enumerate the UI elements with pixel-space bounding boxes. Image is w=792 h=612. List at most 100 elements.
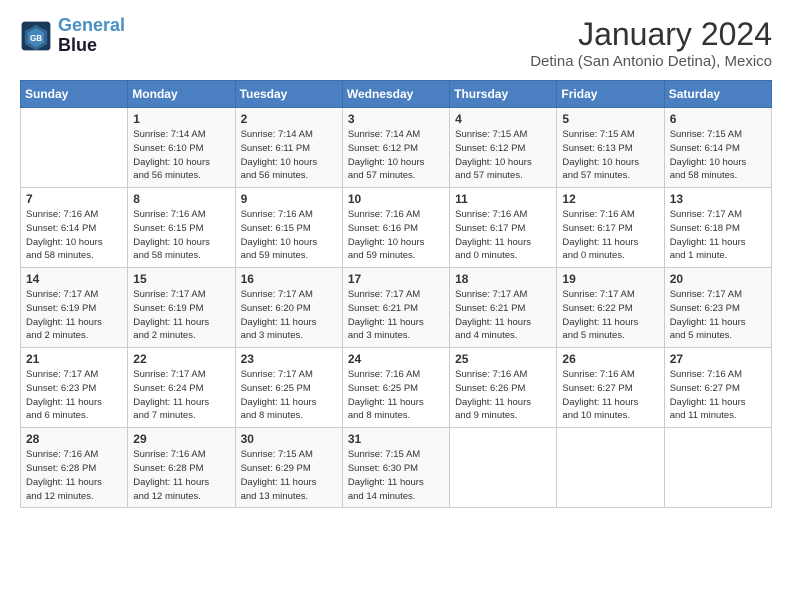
- calendar-cell: 6 Sunrise: 7:15 AM Sunset: 6:14 PM Daylig…: [664, 108, 771, 188]
- calendar-cell: 9 Sunrise: 7:16 AM Sunset: 6:15 PM Daylig…: [235, 188, 342, 268]
- day-info: Sunrise: 7:17 AM Sunset: 6:19 PM Dayligh…: [133, 288, 229, 343]
- day-number: 4: [455, 112, 551, 126]
- calendar-week-1: 1 Sunrise: 7:14 AM Sunset: 6:10 PM Daylig…: [21, 108, 772, 188]
- day-number: 10: [348, 192, 444, 206]
- calendar-cell: 22Sunrise: 7:17 AM Sunset: 6:24 PM Dayli…: [128, 348, 235, 428]
- day-number: 13: [670, 192, 766, 206]
- day-info: Sunrise: 7:16 AM Sunset: 6:17 PM Dayligh…: [562, 208, 658, 263]
- calendar-cell: [557, 428, 664, 508]
- day-info: Sunrise: 7:16 AM Sunset: 6:27 PM Dayligh…: [562, 368, 658, 423]
- day-info: Sunrise: 7:17 AM Sunset: 6:22 PM Dayligh…: [562, 288, 658, 343]
- day-number: 15: [133, 272, 229, 286]
- day-number: 2: [241, 112, 337, 126]
- calendar-cell: 25 Sunrise: 7:16 AM Sunset: 6:26 PM Dayli…: [450, 348, 557, 428]
- day-number: 30: [241, 432, 337, 446]
- calendar-cell: 8Sunrise: 7:16 AM Sunset: 6:15 PM Daylig…: [128, 188, 235, 268]
- calendar-week-3: 14Sunrise: 7:17 AM Sunset: 6:19 PM Dayli…: [21, 268, 772, 348]
- day-number: 29: [133, 432, 229, 446]
- day-info: Sunrise: 7:15 AM Sunset: 6:29 PM Dayligh…: [241, 448, 337, 503]
- day-number: 1: [133, 112, 229, 126]
- day-header-friday: Friday: [557, 81, 664, 108]
- calendar-cell: 13 Sunrise: 7:17 AM Sunset: 6:18 PM Dayli…: [664, 188, 771, 268]
- calendar-cell: 16Sunrise: 7:17 AM Sunset: 6:20 PM Dayli…: [235, 268, 342, 348]
- day-info: Sunrise: 7:17 AM Sunset: 6:21 PM Dayligh…: [348, 288, 444, 343]
- main-title: January 2024: [530, 16, 772, 53]
- day-info: Sunrise: 7:17 AM Sunset: 6:21 PM Dayligh…: [455, 288, 551, 343]
- calendar-cell: 23 Sunrise: 7:17 AM Sunset: 6:25 PM Dayli…: [235, 348, 342, 428]
- day-info: Sunrise: 7:15 AM Sunset: 6:30 PM Dayligh…: [348, 448, 444, 503]
- day-number: 16: [241, 272, 337, 286]
- day-number: 31: [348, 432, 444, 446]
- day-number: 21: [26, 352, 122, 366]
- calendar-cell: 1 Sunrise: 7:14 AM Sunset: 6:10 PM Daylig…: [128, 108, 235, 188]
- calendar-cell: 21Sunrise: 7:17 AM Sunset: 6:23 PM Dayli…: [21, 348, 128, 428]
- calendar-cell: 27Sunrise: 7:16 AM Sunset: 6:27 PM Dayli…: [664, 348, 771, 428]
- day-header-wednesday: Wednesday: [342, 81, 449, 108]
- day-number: 9: [241, 192, 337, 206]
- calendar-header-row: SundayMondayTuesdayWednesdayThursdayFrid…: [21, 81, 772, 108]
- page-header: GB General Blue January 2024 Detina (San…: [20, 16, 772, 70]
- calendar-cell: 12 Sunrise: 7:16 AM Sunset: 6:17 PM Dayli…: [557, 188, 664, 268]
- day-info: Sunrise: 7:14 AM Sunset: 6:10 PM Dayligh…: [133, 128, 229, 183]
- calendar-cell: 5 Sunrise: 7:15 AM Sunset: 6:13 PM Daylig…: [557, 108, 664, 188]
- day-header-saturday: Saturday: [664, 81, 771, 108]
- calendar-cell: 3Sunrise: 7:14 AM Sunset: 6:12 PM Daylig…: [342, 108, 449, 188]
- day-number: 18: [455, 272, 551, 286]
- day-info: Sunrise: 7:17 AM Sunset: 6:25 PM Dayligh…: [241, 368, 337, 423]
- day-header-sunday: Sunday: [21, 81, 128, 108]
- day-info: Sunrise: 7:16 AM Sunset: 6:28 PM Dayligh…: [26, 448, 122, 503]
- calendar-cell: 20Sunrise: 7:17 AM Sunset: 6:23 PM Dayli…: [664, 268, 771, 348]
- day-info: Sunrise: 7:16 AM Sunset: 6:14 PM Dayligh…: [26, 208, 122, 263]
- calendar-cell: 14Sunrise: 7:17 AM Sunset: 6:19 PM Dayli…: [21, 268, 128, 348]
- calendar-body: 1 Sunrise: 7:14 AM Sunset: 6:10 PM Daylig…: [21, 108, 772, 508]
- calendar-cell: 31 Sunrise: 7:15 AM Sunset: 6:30 PM Dayli…: [342, 428, 449, 508]
- day-info: Sunrise: 7:16 AM Sunset: 6:15 PM Dayligh…: [241, 208, 337, 263]
- calendar-cell: 24 Sunrise: 7:16 AM Sunset: 6:25 PM Dayli…: [342, 348, 449, 428]
- day-info: Sunrise: 7:15 AM Sunset: 6:14 PM Dayligh…: [670, 128, 766, 183]
- day-number: 25: [455, 352, 551, 366]
- calendar-cell: 7Sunrise: 7:16 AM Sunset: 6:14 PM Daylig…: [21, 188, 128, 268]
- day-number: 19: [562, 272, 658, 286]
- day-info: Sunrise: 7:16 AM Sunset: 6:28 PM Dayligh…: [133, 448, 229, 503]
- calendar-cell: 18 Sunrise: 7:17 AM Sunset: 6:21 PM Dayli…: [450, 268, 557, 348]
- calendar-cell: 15 Sunrise: 7:17 AM Sunset: 6:19 PM Dayli…: [128, 268, 235, 348]
- logo-text: General Blue: [58, 16, 125, 56]
- day-header-thursday: Thursday: [450, 81, 557, 108]
- calendar-cell: 11Sunrise: 7:16 AM Sunset: 6:17 PM Dayli…: [450, 188, 557, 268]
- day-info: Sunrise: 7:15 AM Sunset: 6:13 PM Dayligh…: [562, 128, 658, 183]
- logo: GB General Blue: [20, 16, 125, 56]
- day-number: 23: [241, 352, 337, 366]
- day-info: Sunrise: 7:16 AM Sunset: 6:15 PM Dayligh…: [133, 208, 229, 263]
- day-number: 12: [562, 192, 658, 206]
- day-number: 11: [455, 192, 551, 206]
- day-number: 20: [670, 272, 766, 286]
- day-info: Sunrise: 7:14 AM Sunset: 6:12 PM Dayligh…: [348, 128, 444, 183]
- day-number: 17: [348, 272, 444, 286]
- calendar-week-4: 21Sunrise: 7:17 AM Sunset: 6:23 PM Dayli…: [21, 348, 772, 428]
- calendar-cell: 2Sunrise: 7:14 AM Sunset: 6:11 PM Daylig…: [235, 108, 342, 188]
- calendar-cell: 10Sunrise: 7:16 AM Sunset: 6:16 PM Dayli…: [342, 188, 449, 268]
- day-number: 22: [133, 352, 229, 366]
- calendar-cell: [450, 428, 557, 508]
- day-info: Sunrise: 7:16 AM Sunset: 6:27 PM Dayligh…: [670, 368, 766, 423]
- day-number: 24: [348, 352, 444, 366]
- title-block: January 2024 Detina (San Antonio Detina)…: [530, 16, 772, 70]
- day-info: Sunrise: 7:17 AM Sunset: 6:18 PM Dayligh…: [670, 208, 766, 263]
- calendar-cell: [21, 108, 128, 188]
- calendar-cell: 4Sunrise: 7:15 AM Sunset: 6:12 PM Daylig…: [450, 108, 557, 188]
- day-number: 26: [562, 352, 658, 366]
- calendar-cell: 17 Sunrise: 7:17 AM Sunset: 6:21 PM Dayli…: [342, 268, 449, 348]
- day-number: 5: [562, 112, 658, 126]
- day-header-monday: Monday: [128, 81, 235, 108]
- calendar-cell: 30 Sunrise: 7:15 AM Sunset: 6:29 PM Dayli…: [235, 428, 342, 508]
- day-number: 28: [26, 432, 122, 446]
- logo-icon: GB: [20, 20, 52, 52]
- calendar-week-5: 28 Sunrise: 7:16 AM Sunset: 6:28 PM Dayli…: [21, 428, 772, 508]
- day-info: Sunrise: 7:16 AM Sunset: 6:25 PM Dayligh…: [348, 368, 444, 423]
- calendar-cell: 28 Sunrise: 7:16 AM Sunset: 6:28 PM Dayli…: [21, 428, 128, 508]
- day-number: 6: [670, 112, 766, 126]
- svg-text:GB: GB: [30, 34, 42, 43]
- day-header-tuesday: Tuesday: [235, 81, 342, 108]
- calendar-cell: 19 Sunrise: 7:17 AM Sunset: 6:22 PM Dayli…: [557, 268, 664, 348]
- day-info: Sunrise: 7:16 AM Sunset: 6:26 PM Dayligh…: [455, 368, 551, 423]
